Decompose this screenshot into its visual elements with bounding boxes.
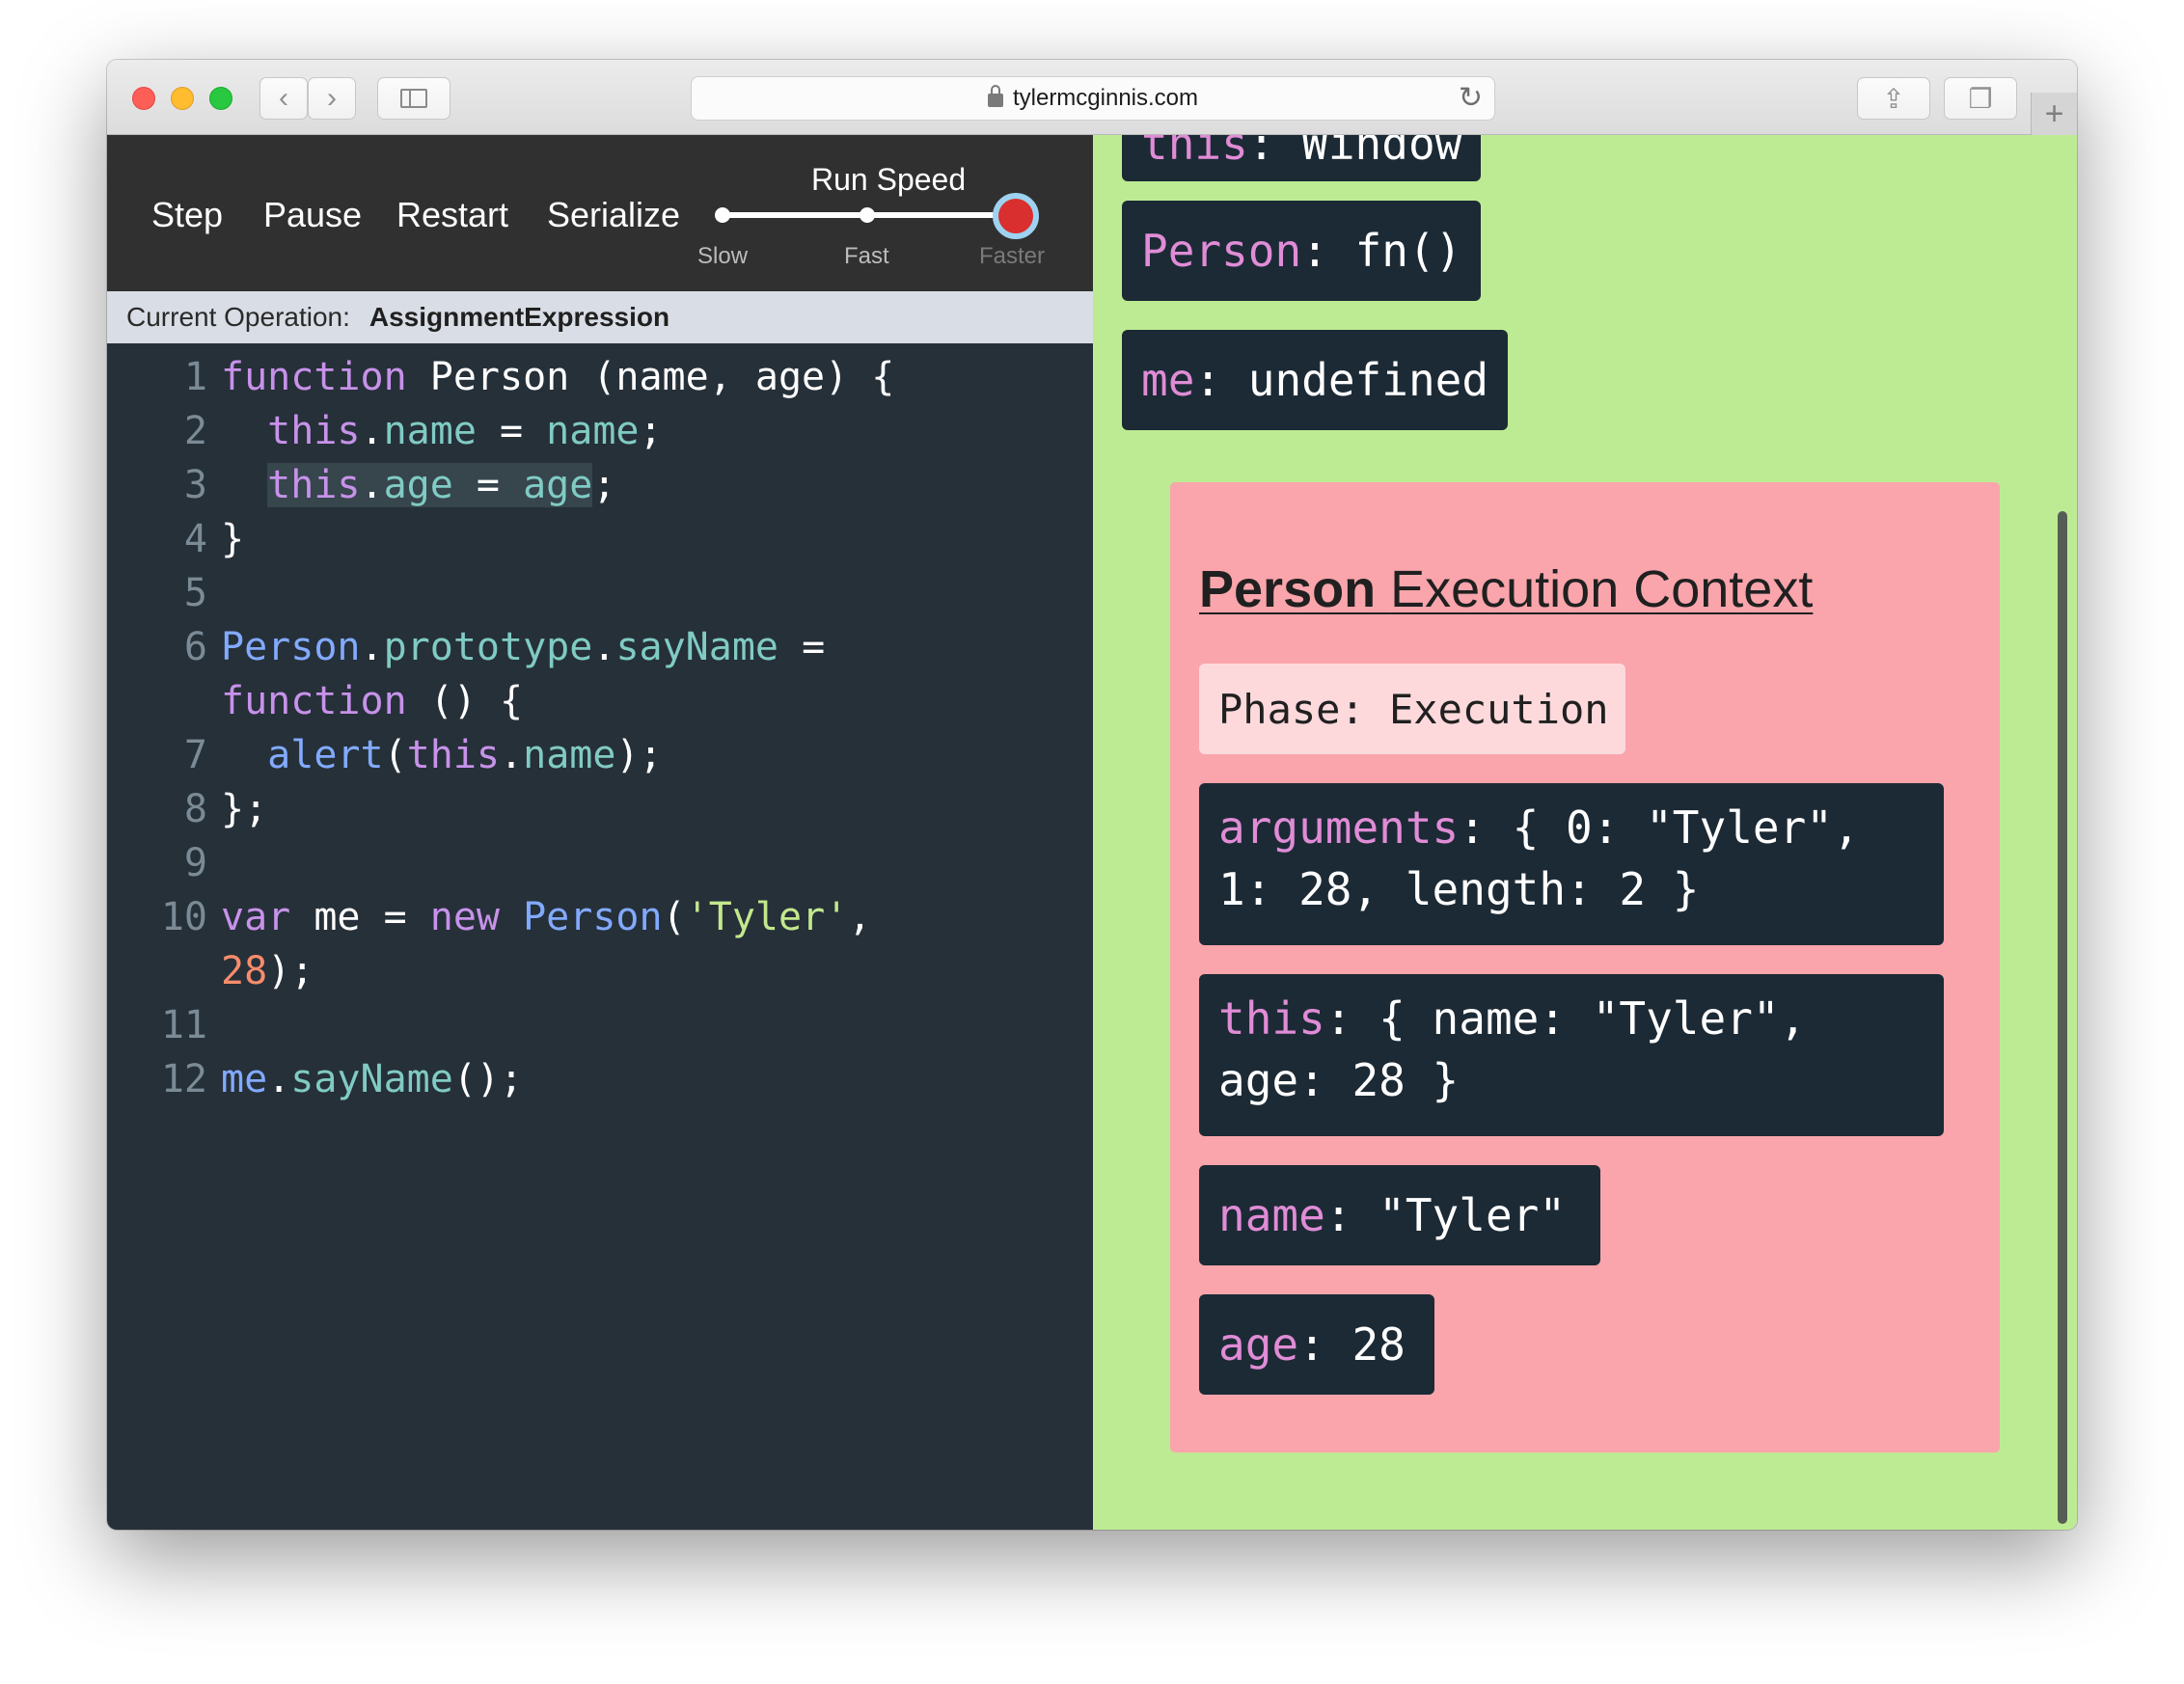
controls-bar: Step Pause Restart Serialize Run Speed S…: [107, 135, 1093, 291]
speed-label-faster: Faster: [979, 243, 1046, 269]
minimize-window-button[interactable]: [171, 87, 194, 110]
current-operation-label: Current Operation:: [126, 302, 350, 332]
browser-window: ‹ › tylermcginnis.com ↻ ⇪ ❐ + Step Pause…: [107, 60, 2077, 1530]
share-button[interactable]: ⇪: [1857, 77, 1930, 120]
arguments-variable: arguments: { 0: "Tyler", 1: 28, length: …: [1199, 783, 1944, 945]
close-window-button[interactable]: [132, 87, 155, 110]
browser-toolbar: ‹ › tylermcginnis.com ↻ ⇪ ❐ +: [107, 60, 2077, 135]
slider-tick-slow[interactable]: [715, 207, 730, 223]
tabs-icon: ❐: [1968, 83, 1993, 114]
new-tab-button[interactable]: +: [2031, 93, 2077, 135]
sidebar-icon: [400, 89, 427, 108]
global-person-variable: Person: fn(): [1122, 201, 1482, 301]
zoom-window-button[interactable]: [209, 87, 232, 110]
pause-button[interactable]: Pause: [263, 195, 362, 235]
serialize-button[interactable]: Serialize: [547, 195, 680, 235]
back-icon: ‹: [279, 82, 288, 114]
forward-icon: ›: [327, 82, 337, 114]
phase-badge: Phase: Execution: [1199, 664, 1625, 754]
sidebar-button[interactable]: [377, 77, 450, 120]
person-execution-context: Person Execution Context Phase: Executio…: [1170, 482, 2000, 1453]
execution-panel: this: Window Person: fn() me: undefined …: [1093, 135, 2077, 1530]
name-variable: name: "Tyler": [1199, 1165, 1600, 1265]
scrollbar[interactable]: [2058, 511, 2067, 1524]
age-variable: age: 28: [1199, 1294, 1434, 1395]
new-tab-icon: +: [2044, 95, 2064, 132]
step-button[interactable]: Step: [151, 195, 223, 235]
current-operation-bar: Current Operation: AssignmentExpression: [107, 291, 1093, 343]
this-variable: this: { name: "Tyler", age: 28 }: [1199, 974, 1944, 1136]
current-operation-value: AssignmentExpression: [369, 302, 670, 332]
speed-label-fast: Fast: [844, 243, 889, 269]
editor-panel: Step Pause Restart Serialize Run Speed S…: [107, 135, 1093, 1530]
restart-button[interactable]: Restart: [396, 195, 508, 235]
back-button[interactable]: ‹: [259, 77, 308, 120]
run-speed-title: Run Speed: [811, 162, 967, 197]
share-icon: ⇪: [1882, 83, 1905, 114]
url-text: tylermcginnis.com: [1012, 85, 1199, 111]
context-title: Person Execution Context: [1199, 560, 1814, 618]
global-this-variable: this: Window: [1122, 135, 1482, 181]
reload-icon[interactable]: ↻: [1459, 81, 1483, 115]
address-bar[interactable]: tylermcginnis.com ↻: [691, 76, 1495, 121]
tabs-button[interactable]: ❐: [1944, 77, 2017, 120]
slider-thumb[interactable]: [993, 193, 1039, 239]
lock-icon: [987, 85, 1003, 107]
forward-button[interactable]: ›: [308, 77, 356, 120]
global-me-variable: me: undefined: [1122, 330, 1509, 430]
slider-tick-fast[interactable]: [860, 207, 875, 223]
speed-label-slow: Slow: [697, 243, 749, 269]
